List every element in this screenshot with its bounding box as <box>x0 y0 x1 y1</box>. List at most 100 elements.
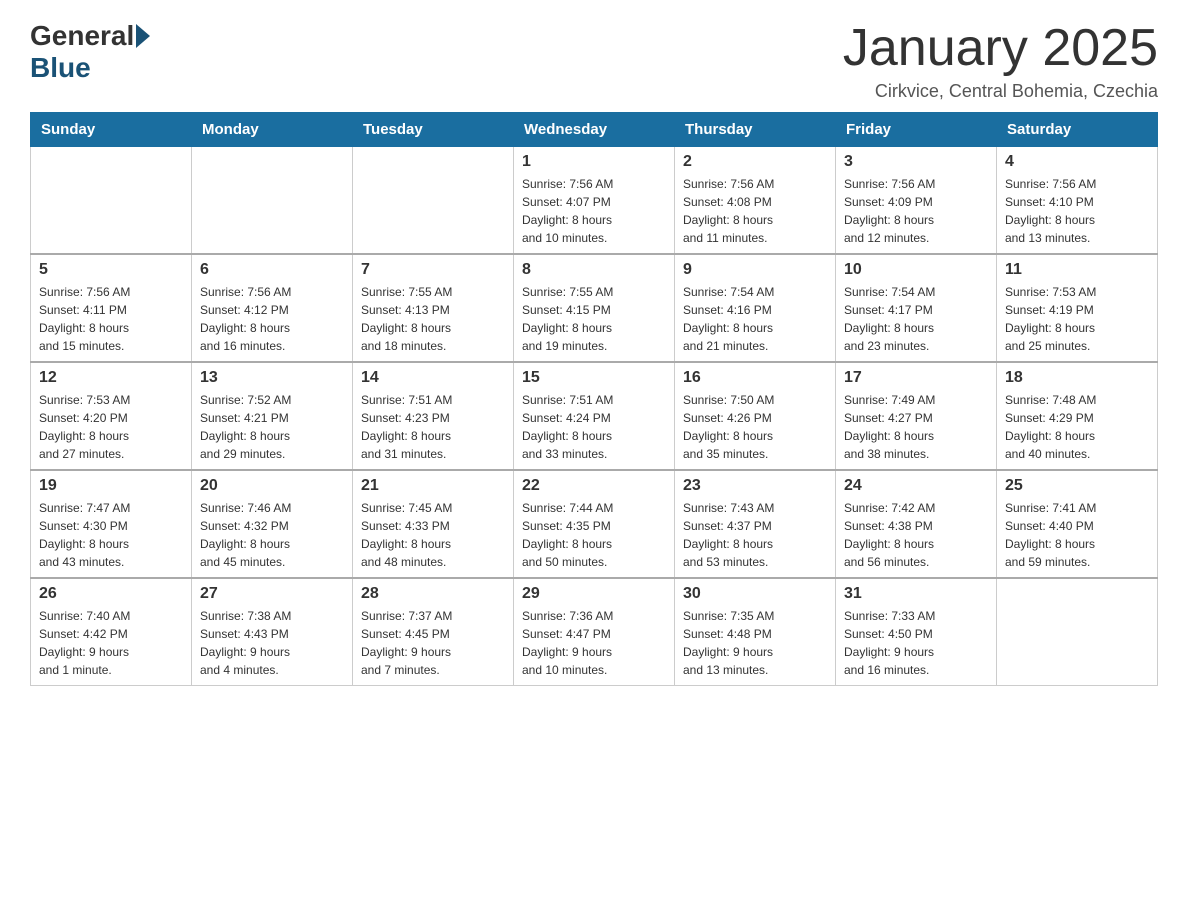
day-number: 26 <box>39 585 183 603</box>
day-number: 21 <box>361 477 505 495</box>
day-number: 6 <box>200 261 344 279</box>
day-number: 9 <box>683 261 827 279</box>
day-number: 7 <box>361 261 505 279</box>
day-number: 17 <box>844 369 988 387</box>
day-info: Sunrise: 7:55 AM Sunset: 4:13 PM Dayligh… <box>361 283 505 355</box>
day-number: 23 <box>683 477 827 495</box>
day-number: 24 <box>844 477 988 495</box>
table-row: 18 Sunrise: 7:48 AM Sunset: 4:29 PM Dayli… <box>997 362 1158 470</box>
table-row: 21 Sunrise: 7:45 AM Sunset: 4:33 PM Dayli… <box>353 470 514 578</box>
table-row: 6 Sunrise: 7:56 AM Sunset: 4:12 PM Daylig… <box>192 254 353 362</box>
day-info: Sunrise: 7:45 AM Sunset: 4:33 PM Dayligh… <box>361 499 505 571</box>
day-number: 18 <box>1005 369 1149 387</box>
table-row: 14 Sunrise: 7:51 AM Sunset: 4:23 PM Dayli… <box>353 362 514 470</box>
calendar-week-4: 19 Sunrise: 7:47 AM Sunset: 4:30 PM Dayli… <box>31 470 1158 578</box>
table-row <box>192 147 353 255</box>
header-friday: Friday <box>836 113 997 147</box>
table-row: 29 Sunrise: 7:36 AM Sunset: 4:47 PM Dayli… <box>514 578 675 686</box>
day-number: 8 <box>522 261 666 279</box>
table-row: 7 Sunrise: 7:55 AM Sunset: 4:13 PM Daylig… <box>353 254 514 362</box>
day-info: Sunrise: 7:36 AM Sunset: 4:47 PM Dayligh… <box>522 607 666 679</box>
table-row: 9 Sunrise: 7:54 AM Sunset: 4:16 PM Daylig… <box>675 254 836 362</box>
table-row <box>31 147 192 255</box>
day-number: 19 <box>39 477 183 495</box>
header-sunday: Sunday <box>31 113 192 147</box>
day-number: 22 <box>522 477 666 495</box>
day-info: Sunrise: 7:49 AM Sunset: 4:27 PM Dayligh… <box>844 391 988 463</box>
day-info: Sunrise: 7:40 AM Sunset: 4:42 PM Dayligh… <box>39 607 183 679</box>
day-info: Sunrise: 7:47 AM Sunset: 4:30 PM Dayligh… <box>39 499 183 571</box>
month-title: January 2025 <box>843 20 1158 77</box>
day-info: Sunrise: 7:56 AM Sunset: 4:10 PM Dayligh… <box>1005 175 1149 247</box>
table-row: 22 Sunrise: 7:44 AM Sunset: 4:35 PM Dayli… <box>514 470 675 578</box>
day-info: Sunrise: 7:54 AM Sunset: 4:16 PM Dayligh… <box>683 283 827 355</box>
table-row <box>997 578 1158 686</box>
day-info: Sunrise: 7:56 AM Sunset: 4:12 PM Dayligh… <box>200 283 344 355</box>
day-number: 30 <box>683 585 827 603</box>
day-number: 20 <box>200 477 344 495</box>
day-info: Sunrise: 7:51 AM Sunset: 4:23 PM Dayligh… <box>361 391 505 463</box>
day-info: Sunrise: 7:46 AM Sunset: 4:32 PM Dayligh… <box>200 499 344 571</box>
day-number: 2 <box>683 153 827 171</box>
day-number: 28 <box>361 585 505 603</box>
calendar-week-3: 12Sunrise: 7:53 AM Sunset: 4:20 PM Dayli… <box>31 362 1158 470</box>
day-number: 16 <box>683 369 827 387</box>
logo-blue-text: Blue <box>30 52 91 84</box>
day-info: Sunrise: 7:35 AM Sunset: 4:48 PM Dayligh… <box>683 607 827 679</box>
day-info: Sunrise: 7:48 AM Sunset: 4:29 PM Dayligh… <box>1005 391 1149 463</box>
table-row: 20 Sunrise: 7:46 AM Sunset: 4:32 PM Dayli… <box>192 470 353 578</box>
day-number: 15 <box>522 369 666 387</box>
day-info: Sunrise: 7:55 AM Sunset: 4:15 PM Dayligh… <box>522 283 666 355</box>
table-row: 19 Sunrise: 7:47 AM Sunset: 4:30 PM Dayli… <box>31 470 192 578</box>
calendar-week-5: 26 Sunrise: 7:40 AM Sunset: 4:42 PM Dayli… <box>31 578 1158 686</box>
day-info: Sunrise: 7:43 AM Sunset: 4:37 PM Dayligh… <box>683 499 827 571</box>
day-info: Sunrise: 7:50 AM Sunset: 4:26 PM Dayligh… <box>683 391 827 463</box>
day-info: Sunrise: 7:41 AM Sunset: 4:40 PM Dayligh… <box>1005 499 1149 571</box>
day-number: 27 <box>200 585 344 603</box>
day-number: 1 <box>522 153 666 171</box>
day-number: 13 <box>200 369 344 387</box>
calendar-table: SundayMondayTuesdayWednesdayThursdayFrid… <box>30 112 1158 686</box>
day-info: Sunrise: 7:44 AM Sunset: 4:35 PM Dayligh… <box>522 499 666 571</box>
day-number: 25 <box>1005 477 1149 495</box>
table-row: 12Sunrise: 7:53 AM Sunset: 4:20 PM Dayli… <box>31 362 192 470</box>
day-number: 3 <box>844 153 988 171</box>
day-info: Sunrise: 7:54 AM Sunset: 4:17 PM Dayligh… <box>844 283 988 355</box>
table-row: 3Sunrise: 7:56 AM Sunset: 4:09 PM Daylig… <box>836 147 997 255</box>
table-row: 11Sunrise: 7:53 AM Sunset: 4:19 PM Dayli… <box>997 254 1158 362</box>
day-info: Sunrise: 7:42 AM Sunset: 4:38 PM Dayligh… <box>844 499 988 571</box>
table-row: 8 Sunrise: 7:55 AM Sunset: 4:15 PM Daylig… <box>514 254 675 362</box>
day-number: 12 <box>39 369 183 387</box>
table-row: 16 Sunrise: 7:50 AM Sunset: 4:26 PM Dayli… <box>675 362 836 470</box>
day-number: 5 <box>39 261 183 279</box>
day-number: 29 <box>522 585 666 603</box>
day-number: 4 <box>1005 153 1149 171</box>
table-row: 1 Sunrise: 7:56 AM Sunset: 4:07 PM Daylig… <box>514 147 675 255</box>
day-info: Sunrise: 7:56 AM Sunset: 4:11 PM Dayligh… <box>39 283 183 355</box>
table-row: 31 Sunrise: 7:33 AM Sunset: 4:50 PM Dayli… <box>836 578 997 686</box>
logo-line1: General <box>30 20 150 52</box>
table-row: 28Sunrise: 7:37 AM Sunset: 4:45 PM Dayli… <box>353 578 514 686</box>
table-row: 4 Sunrise: 7:56 AM Sunset: 4:10 PM Daylig… <box>997 147 1158 255</box>
day-number: 31 <box>844 585 988 603</box>
logo-general-text: General <box>30 20 134 52</box>
table-row: 10 Sunrise: 7:54 AM Sunset: 4:17 PM Dayli… <box>836 254 997 362</box>
day-info: Sunrise: 7:51 AM Sunset: 4:24 PM Dayligh… <box>522 391 666 463</box>
table-row <box>353 147 514 255</box>
calendar-header-row: SundayMondayTuesdayWednesdayThursdayFrid… <box>31 113 1158 147</box>
day-info: Sunrise: 7:52 AM Sunset: 4:21 PM Dayligh… <box>200 391 344 463</box>
table-row: 23 Sunrise: 7:43 AM Sunset: 4:37 PM Dayli… <box>675 470 836 578</box>
calendar-week-2: 5 Sunrise: 7:56 AM Sunset: 4:11 PM Daylig… <box>31 254 1158 362</box>
header-tuesday: Tuesday <box>353 113 514 147</box>
day-number: 14 <box>361 369 505 387</box>
day-info: Sunrise: 7:38 AM Sunset: 4:43 PM Dayligh… <box>200 607 344 679</box>
day-info: Sunrise: 7:56 AM Sunset: 4:07 PM Dayligh… <box>522 175 666 247</box>
header-saturday: Saturday <box>997 113 1158 147</box>
day-info: Sunrise: 7:33 AM Sunset: 4:50 PM Dayligh… <box>844 607 988 679</box>
day-number: 11 <box>1005 261 1149 279</box>
day-number: 10 <box>844 261 988 279</box>
table-row: 24 Sunrise: 7:42 AM Sunset: 4:38 PM Dayli… <box>836 470 997 578</box>
page-header: General Blue January 2025 Cirkvice, Cent… <box>30 20 1158 102</box>
location-subtitle: Cirkvice, Central Bohemia, Czechia <box>843 81 1158 102</box>
table-row: 26 Sunrise: 7:40 AM Sunset: 4:42 PM Dayli… <box>31 578 192 686</box>
